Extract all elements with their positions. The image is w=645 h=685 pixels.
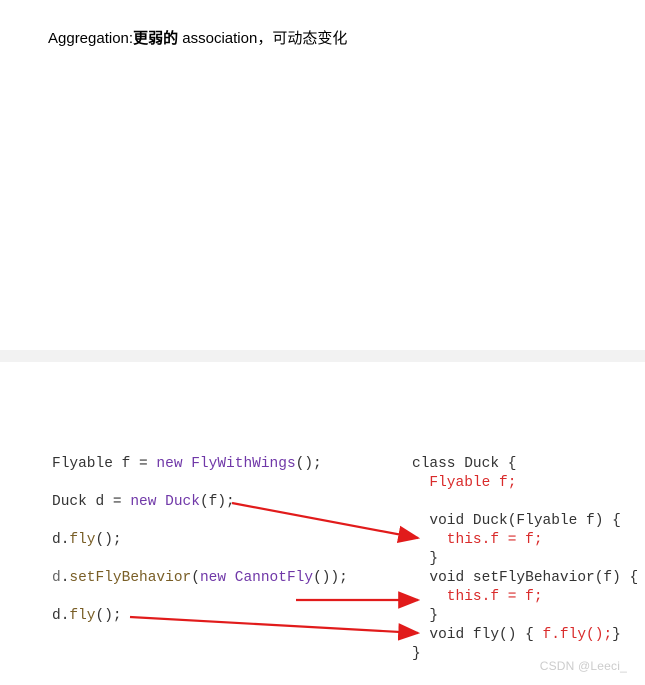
code-text: Duck d = (52, 494, 130, 510)
code-text (156, 494, 165, 510)
blank-line (52, 550, 348, 569)
code-line: d.fly(); (52, 531, 348, 550)
heading-label: Aggregation: (48, 30, 133, 47)
section-divider (0, 350, 645, 362)
heading-sep: ，可 (257, 30, 287, 47)
code-text: f.fly(); (543, 627, 613, 643)
heading-part1: 更弱的 (133, 30, 178, 47)
code-line: void setFlyBehavior(f) { (412, 569, 638, 588)
code-text: (); (96, 608, 122, 624)
code-text: Flyable f = (52, 456, 156, 472)
watermark: CSDN @Leeci_ (540, 659, 627, 673)
type-name: FlyWithWings (191, 456, 295, 472)
top-text-section: Aggregation:更弱的 association，可动态变化 (0, 0, 645, 350)
code-text: d. (52, 608, 69, 624)
code-line: d.fly(); (52, 607, 348, 626)
code-text: (); (296, 456, 322, 472)
code-text: this.f = f; (412, 532, 543, 548)
blank-line (412, 493, 638, 512)
type-name: Duck (165, 494, 200, 510)
code-text: } (412, 551, 438, 567)
code-line: Duck d = new Duck(f); (52, 493, 348, 512)
code-text: (f); (200, 494, 235, 510)
code-line: Flyable f; (412, 474, 638, 493)
keyword-new: new (130, 494, 156, 510)
code-text: void setFlyBehavior(f) { (412, 570, 638, 586)
code-text: (); (96, 532, 122, 548)
code-text: ()); (313, 570, 348, 586)
heading-part2: 动态变化 (287, 30, 347, 47)
heading-mid: association (178, 30, 257, 47)
code-text: class Duck { (412, 456, 516, 472)
code-text: d. (52, 532, 69, 548)
code-line: d.setFlyBehavior(new CannotFly()); (52, 569, 348, 588)
code-text: } (612, 627, 621, 643)
code-line: Flyable f = new FlyWithWings(); (52, 455, 348, 474)
keyword-new: new (156, 456, 182, 472)
code-text (226, 570, 235, 586)
code-text: } (412, 646, 421, 662)
blank-line (52, 512, 348, 531)
type-name: CannotFly (235, 570, 313, 586)
method-call: fly (69, 532, 95, 548)
code-text: void Duck(Flyable f) { (412, 513, 621, 529)
aggregation-heading: Aggregation:更弱的 association，可动态变化 (48, 28, 597, 51)
blank-line (52, 588, 348, 607)
code-text: ( (191, 570, 200, 586)
code-line: this.f = f; (412, 588, 638, 607)
code-text (183, 456, 192, 472)
code-line: } (412, 607, 638, 626)
method-call: fly (69, 608, 95, 624)
code-line: } (412, 550, 638, 569)
keyword-new: new (200, 570, 226, 586)
code-text: d (52, 570, 61, 586)
code-right-column: class Duck { Flyable f; void Duck(Flyabl… (412, 455, 638, 664)
code-line: class Duck { (412, 455, 638, 474)
code-text: Flyable f; (412, 475, 516, 491)
code-line: void Duck(Flyable f) { (412, 512, 638, 531)
code-text: this.f = f; (412, 589, 543, 605)
method-call: setFlyBehavior (69, 570, 191, 586)
blank-line (52, 474, 348, 493)
code-line: void fly() { f.fly();} (412, 626, 638, 645)
code-text: } (412, 608, 438, 624)
code-text: void fly() { (412, 627, 543, 643)
code-left-column: Flyable f = new FlyWithWings(); Duck d =… (52, 455, 348, 626)
code-line: this.f = f; (412, 531, 638, 550)
